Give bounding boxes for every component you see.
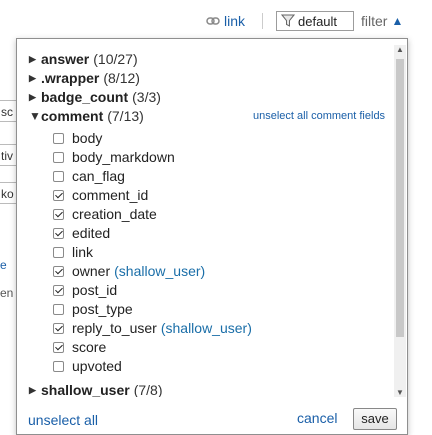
collapse-arrow-icon: ▼ [29,109,41,123]
field-checkbox[interactable] [53,189,64,201]
field-checkbox[interactable] [53,303,64,315]
panel-footer: unselect all cancel save [17,401,407,435]
background-link-2: en [0,286,14,300]
scrollbar[interactable]: ▲ ▼ [394,45,406,397]
group-comment[interactable]: ▼ comment (7/13) [29,107,144,125]
link-button[interactable]: link [206,13,245,29]
group-badge-count[interactable]: ▶ badge_count (3/3) [29,88,161,106]
save-button[interactable]: save [353,408,397,430]
field-checkbox[interactable] [53,170,64,182]
field-label: owner [72,263,111,279]
field-checkbox[interactable] [53,208,64,220]
field-label: link [72,244,94,260]
group-count: (7/8) [133,382,163,397]
field-label: post_id [72,282,118,298]
unselect-comment-fields-link[interactable]: unselect all comment fields [253,110,385,122]
background-link-1: e [0,258,7,272]
field-label: body_markdown [72,149,175,165]
field-checkbox[interactable] [53,151,64,163]
filter-editor-panel: ▶ answer (10/27) ▶ .wrapper (8/12) ▶ bad… [16,38,408,435]
scroll-up-icon[interactable]: ▲ [396,45,404,54]
field-label: score [72,339,107,355]
field-row-comment-id[interactable]: comment_id [53,186,148,204]
field-row-post-type[interactable]: post_type [53,300,133,318]
field-checkbox[interactable] [53,284,64,296]
field-row-reply-to-user[interactable]: reply_to_user (shallow_user) [53,319,252,337]
field-row-body[interactable]: body [53,129,102,147]
toolbar-divider [262,13,263,29]
group-label: shallow_user [41,382,130,397]
unselect-all-link[interactable]: unselect all [28,412,98,428]
field-checkbox[interactable] [53,360,64,372]
expand-arrow-icon: ▶ [29,72,36,83]
field-label: creation_date [72,206,157,222]
group-wrapper[interactable]: ▶ .wrapper (8/12) [29,69,140,87]
field-row-upvoted[interactable]: upvoted [53,357,122,375]
group-label: badge_count [41,89,129,105]
expand-arrow-icon: ▶ [29,53,36,64]
expand-arrow-icon: ▶ [29,91,36,102]
group-label: answer [41,51,90,67]
field-row-body-markdown[interactable]: body_markdown [53,148,175,166]
filter-select[interactable]: default [276,11,354,31]
field-label: body [72,130,103,146]
field-row-owner[interactable]: owner (shallow_user) [53,262,205,280]
field-label: comment_id [72,187,149,203]
scroll-thumb[interactable] [396,59,404,337]
field-checkbox[interactable] [53,341,64,353]
field-row-creation-date[interactable]: creation_date [53,205,157,223]
group-count: (3/3) [132,89,161,105]
group-count: (10/27) [93,51,138,67]
field-type-link[interactable]: (shallow_user) [161,320,252,336]
field-label: upvoted [72,358,122,374]
scroll-down-icon[interactable]: ▼ [396,388,404,397]
filter-toolbar: link default filter ▲ [0,10,432,34]
field-checkbox[interactable] [53,246,64,258]
funnel-icon [281,14,295,27]
group-answer[interactable]: ▶ answer (10/27) [29,50,138,68]
field-type-link[interactable]: (shallow_user) [114,263,205,279]
field-label: reply_to_user [72,320,157,336]
filter-label: filter [361,13,388,29]
group-label: comment [41,108,104,124]
group-count: (7/13) [107,108,144,124]
field-label: edited [72,225,111,241]
group-shallow-user[interactable]: ▶ shallow_user (7/8) [29,381,163,397]
filter-value: default [298,13,338,29]
field-label: can_flag [72,168,125,184]
group-count: (8/12) [103,70,140,86]
field-checkbox[interactable] [53,132,64,144]
link-icon [206,17,220,25]
group-label: .wrapper [41,70,100,86]
cancel-link[interactable]: cancel [297,410,337,426]
caret-up-icon: ▲ [391,14,404,28]
expand-arrow-icon: ▶ [29,384,36,395]
link-label: link [224,13,246,29]
field-label: post_type [72,301,133,317]
field-row-can-flag[interactable]: can_flag [53,167,125,185]
field-row-link[interactable]: link [53,243,93,261]
field-checkbox[interactable] [53,322,64,334]
filter-toggle[interactable]: filter ▲ [361,13,403,29]
field-row-post-id[interactable]: post_id [53,281,117,299]
field-row-score[interactable]: score [53,338,106,356]
field-row-edited[interactable]: edited [53,224,110,242]
field-checkbox[interactable] [53,265,64,277]
field-tree: ▶ answer (10/27) ▶ .wrapper (8/12) ▶ bad… [17,45,393,397]
field-checkbox[interactable] [53,227,64,239]
